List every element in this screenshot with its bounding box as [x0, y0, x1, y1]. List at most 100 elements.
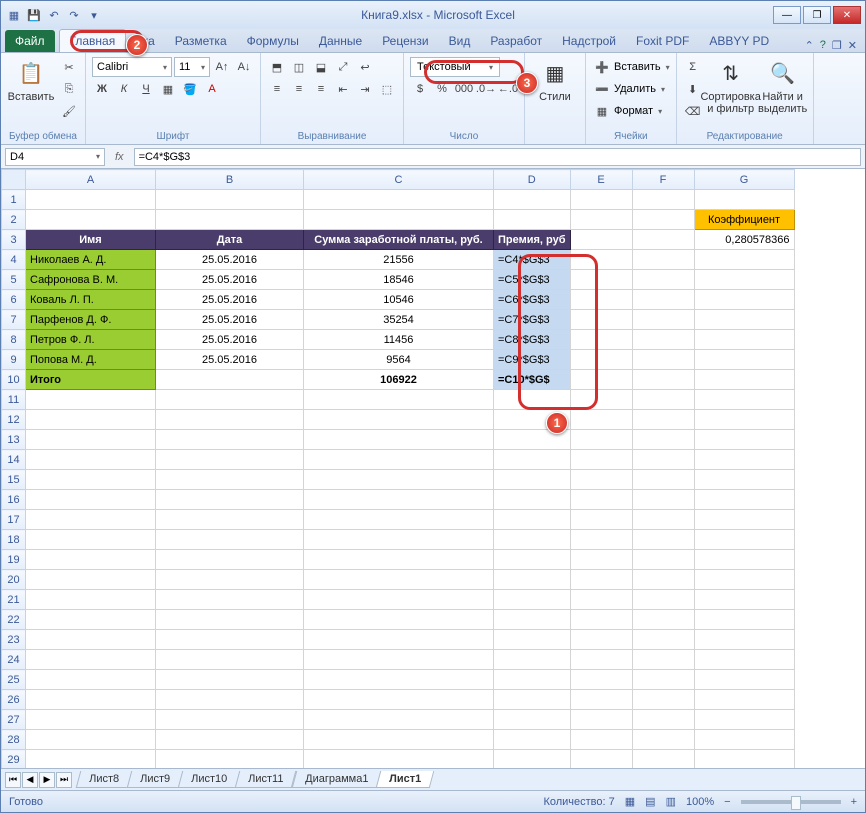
font-size-select[interactable]: 11 [174, 57, 210, 77]
cell-C18[interactable] [304, 530, 494, 550]
cell-D11[interactable] [494, 390, 571, 410]
cell-C5[interactable]: 18546 [304, 270, 494, 290]
cell-A11[interactable] [26, 390, 156, 410]
cell-D17[interactable] [494, 510, 571, 530]
col-header-B[interactable]: B [156, 170, 304, 190]
cell-F15[interactable] [632, 470, 694, 490]
minimize-button[interactable]: — [773, 6, 801, 24]
cell-G20[interactable] [694, 570, 794, 590]
cell-E24[interactable] [570, 650, 632, 670]
inc-decimal-icon[interactable]: .0→ [476, 79, 496, 99]
tab-review[interactable]: Рецензи [372, 30, 438, 52]
currency-icon[interactable]: $ [410, 79, 430, 99]
cell-D23[interactable] [494, 630, 571, 650]
cell-G10[interactable] [694, 370, 794, 390]
cell-D8[interactable]: =C8*$G$3 [494, 330, 571, 350]
zoom-level[interactable]: 100% [686, 796, 714, 808]
cell-A4[interactable]: Николаев А. Д. [26, 250, 156, 270]
delete-cells-label[interactable]: Удалить [614, 83, 656, 95]
cell-B10[interactable] [156, 370, 304, 390]
cell-F9[interactable] [632, 350, 694, 370]
border-icon[interactable]: ▦ [158, 79, 178, 99]
cell-D27[interactable] [494, 710, 571, 730]
tab-developer[interactable]: Разработ [480, 30, 552, 52]
col-header-D[interactable]: D [494, 170, 571, 190]
indent-dec-icon[interactable]: ⇤ [333, 79, 353, 99]
cell-D22[interactable] [494, 610, 571, 630]
cell-G5[interactable] [694, 270, 794, 290]
view-break-icon[interactable]: ▥ [666, 795, 676, 808]
sort-filter-button[interactable]: ⇅ Сортировка и фильтр [707, 57, 755, 115]
cell-B24[interactable] [156, 650, 304, 670]
cell-A16[interactable] [26, 490, 156, 510]
cell-E25[interactable] [570, 670, 632, 690]
cell-G11[interactable] [694, 390, 794, 410]
fill-color-icon[interactable]: 🪣 [180, 79, 200, 99]
cell-D28[interactable] [494, 730, 571, 750]
cell-G1[interactable] [694, 190, 794, 210]
cell-D14[interactable] [494, 450, 571, 470]
view-normal-icon[interactable]: ▦ [625, 795, 635, 808]
tab-file[interactable]: Файл [5, 30, 55, 52]
cell-A14[interactable] [26, 450, 156, 470]
col-header-E[interactable]: E [570, 170, 632, 190]
row-header-11[interactable]: 11 [2, 390, 26, 410]
cell-A20[interactable] [26, 570, 156, 590]
cell-G9[interactable] [694, 350, 794, 370]
maximize-button[interactable]: ❐ [803, 6, 831, 24]
cell-B20[interactable] [156, 570, 304, 590]
cell-B17[interactable] [156, 510, 304, 530]
cell-B7[interactable]: 25.05.2016 [156, 310, 304, 330]
cell-F3[interactable] [632, 230, 694, 250]
paste-button[interactable]: 📋 Вставить [7, 57, 55, 103]
col-header-G[interactable]: G [694, 170, 794, 190]
zoom-out-icon[interactable]: − [724, 796, 730, 808]
align-top-icon[interactable]: ⬒ [267, 57, 287, 77]
name-box[interactable]: D4 [5, 148, 105, 166]
cell-A23[interactable] [26, 630, 156, 650]
row-header-7[interactable]: 7 [2, 310, 26, 330]
cell-D24[interactable] [494, 650, 571, 670]
cell-F19[interactable] [632, 550, 694, 570]
cell-F6[interactable] [632, 290, 694, 310]
cell-B4[interactable]: 25.05.2016 [156, 250, 304, 270]
row-header-18[interactable]: 18 [2, 530, 26, 550]
cell-E3[interactable] [570, 230, 632, 250]
row-header-15[interactable]: 15 [2, 470, 26, 490]
cell-D26[interactable] [494, 690, 571, 710]
cell-E26[interactable] [570, 690, 632, 710]
cell-E7[interactable] [570, 310, 632, 330]
cell-B14[interactable] [156, 450, 304, 470]
col-header-C[interactable]: C [304, 170, 494, 190]
cell-B8[interactable]: 25.05.2016 [156, 330, 304, 350]
cell-E29[interactable] [570, 750, 632, 769]
tab-formulas[interactable]: Формулы [237, 30, 309, 52]
cell-F1[interactable] [632, 190, 694, 210]
cell-A17[interactable] [26, 510, 156, 530]
cell-G27[interactable] [694, 710, 794, 730]
cell-C20[interactable] [304, 570, 494, 590]
cell-D1[interactable] [494, 190, 571, 210]
row-header-26[interactable]: 26 [2, 690, 26, 710]
format-cells-label[interactable]: Формат [614, 105, 653, 117]
cell-G7[interactable] [694, 310, 794, 330]
qat-more-icon[interactable]: ▾ [85, 6, 103, 24]
row-header-21[interactable]: 21 [2, 590, 26, 610]
cell-F27[interactable] [632, 710, 694, 730]
font-color-icon[interactable]: A [202, 79, 222, 99]
sheet-tab-Диаграмма1[interactable]: Диаграмма1 [291, 771, 381, 788]
cell-D29[interactable] [494, 750, 571, 769]
minimize-ribbon-icon[interactable]: ⌃ [805, 39, 814, 52]
cell-G4[interactable] [694, 250, 794, 270]
cell-D2[interactable] [494, 210, 571, 230]
row-header-27[interactable]: 27 [2, 710, 26, 730]
wrap-text-icon[interactable]: ↩ [355, 57, 375, 77]
cell-D21[interactable] [494, 590, 571, 610]
cell-A2[interactable] [26, 210, 156, 230]
tab-abbyy[interactable]: ABBYY PD [699, 30, 779, 52]
cell-B28[interactable] [156, 730, 304, 750]
cell-C23[interactable] [304, 630, 494, 650]
cell-B26[interactable] [156, 690, 304, 710]
row-header-9[interactable]: 9 [2, 350, 26, 370]
cell-G16[interactable] [694, 490, 794, 510]
